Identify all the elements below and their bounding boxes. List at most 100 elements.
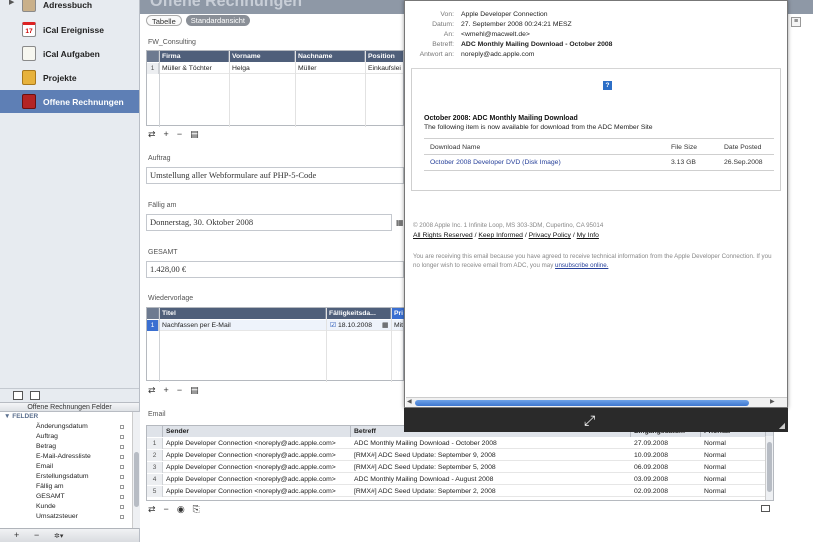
scroll-right-icon[interactable]: ▶ — [770, 398, 775, 405]
download-table-header: Download Name — [430, 144, 481, 151]
field-item[interactable]: Erstellungsdatum — [36, 473, 128, 480]
calendar-picker-icon[interactable]: ▦ — [396, 218, 404, 227]
column-header[interactable]: Firma — [159, 51, 229, 62]
download-link[interactable]: October 2008 Developer DVD (Disk Image) — [430, 159, 561, 166]
tab-tabelle[interactable]: Tabelle — [146, 15, 182, 26]
remove-row-icon[interactable]: − — [164, 504, 169, 514]
field-item[interactable]: Email — [36, 463, 128, 470]
link-icon[interactable]: ⇄ — [148, 385, 156, 396]
tasks-icon — [22, 46, 36, 61]
mail-horizontal-scrollbar[interactable]: ◀ ▶ — [406, 397, 787, 407]
field-item[interactable]: E-Mail-Adressliste — [36, 453, 128, 460]
footer-address: © 2008 Apple Inc. 1 Infinite Loop, MS 30… — [413, 222, 604, 229]
email-scrollbar[interactable] — [765, 436, 773, 500]
eye-icon[interactable]: ◉ — [177, 504, 185, 515]
header-value: 27. September 2008 00:24:21 MESZ — [461, 21, 572, 28]
download-date: 26.Sep.2008 — [724, 159, 763, 166]
footer-link-all-rights[interactable]: All Rights Reserved — [413, 232, 473, 239]
scrollbar-thumb[interactable] — [415, 400, 749, 406]
invoices-icon — [22, 94, 36, 109]
resize-grip-icon[interactable]: ◢ — [779, 421, 785, 430]
column-header[interactable]: Vorname — [229, 51, 295, 62]
fields-group-label[interactable]: ▼ FELDER — [4, 413, 38, 420]
footer-note: You are receiving this email because you… — [413, 253, 772, 269]
download-size: 3.13 GB — [671, 159, 696, 166]
fields-scrollbar[interactable] — [132, 412, 140, 528]
tab-standardansicht[interactable]: Standardansicht — [185, 15, 250, 26]
field-item[interactable]: Auftrag — [36, 433, 128, 440]
sidebar-item-label: iCal Ereignisse — [43, 24, 104, 35]
add-row-icon[interactable]: + — [164, 129, 169, 139]
calendar-picker-icon[interactable]: ▦ — [379, 320, 389, 331]
fields-list: ▼ FELDER Änderungsdatum Auftrag Betrag E… — [0, 412, 132, 528]
table-row[interactable]: 4 Apple Developer Connection <noreply@ad… — [147, 474, 773, 485]
footer-link-keep-informed[interactable]: Keep Informed — [478, 232, 523, 239]
table-row[interactable]: 5 Apple Developer Connection <noreply@ad… — [147, 486, 773, 497]
sidebar-item-adressbuch[interactable]: Adressbuch — [0, 0, 139, 16]
sidebar-item-ical-aufgaben[interactable]: iCal Aufgaben — [0, 42, 139, 65]
header-label: Datum: — [432, 21, 454, 28]
field-item[interactable]: Kunde — [36, 503, 128, 510]
help-icon[interactable]: ? — [603, 81, 612, 90]
projects-icon — [22, 70, 36, 85]
new-view-icon[interactable] — [30, 391, 40, 400]
add-row-icon[interactable]: + — [164, 385, 169, 395]
field-item[interactable]: Betrag — [36, 443, 128, 450]
add-button[interactable]: + — [14, 530, 19, 540]
download-table-header: File Size — [671, 144, 698, 151]
auftrag-field[interactable]: Umstellung aller Webformulare auf PHP-5-… — [146, 167, 404, 184]
remove-row-icon[interactable]: − — [177, 129, 182, 139]
scroll-left-icon[interactable]: ◀ — [407, 398, 412, 405]
sidebar-item-label: Offene Rechnungen — [43, 96, 124, 107]
footer-link-privacy[interactable]: Privacy Policy — [529, 232, 571, 239]
sidebar-item-label: Projekte — [43, 72, 77, 83]
table-options-icon[interactable]: ▤ — [190, 129, 199, 140]
column-header[interactable]: Fälligkeitsda... — [326, 308, 391, 319]
menu-list-icon[interactable]: ≡ — [791, 17, 801, 27]
table-row[interactable]: 1 Apple Developer Connection <noreply@ad… — [147, 438, 773, 449]
faellig-date-field[interactable]: Donnerstag, 30. Oktober 2008 — [146, 214, 392, 231]
table-options-icon[interactable] — [761, 505, 770, 512]
mail-preview-window: Von: Apple Developer Connection Datum: 2… — [404, 0, 788, 408]
table-row[interactable]: 1 Nachfassen per E-Mail ☑ 18.10.2008 ▦ M… — [147, 320, 403, 331]
unsubscribe-link[interactable]: unsubscribe online. — [555, 262, 608, 269]
mail-body-subtitle: The following item is now available for … — [424, 124, 653, 131]
new-table-icon[interactable] — [13, 391, 23, 400]
header-value: noreply@adc.apple.com — [461, 51, 535, 58]
header-label: Von: — [440, 11, 454, 18]
field-item[interactable]: Änderungsdatum — [36, 423, 128, 430]
consulting-toolbar: ⇄ + − ▤ — [148, 129, 199, 140]
column-header[interactable]: Sender — [163, 426, 351, 437]
remove-row-icon[interactable]: − — [177, 385, 182, 395]
field-item[interactable]: Fällig am — [36, 483, 128, 490]
link-icon[interactable]: ⇄ — [148, 504, 156, 515]
sidebar-toolbar — [0, 388, 139, 402]
expand-icon[interactable]: ⤢ — [584, 412, 595, 429]
footer-link-my-info[interactable]: My Info — [577, 232, 599, 239]
sidebar-item-label: iCal Aufgaben — [43, 48, 100, 59]
remove-button[interactable]: − — [34, 530, 39, 540]
table-row[interactable]: 2 Apple Developer Connection <noreply@ad… — [147, 450, 773, 461]
table-options-icon[interactable]: ▤ — [190, 385, 199, 396]
calendar-icon: 17 — [22, 22, 36, 37]
fields-panel-title: Offene Rechnungen Felder — [0, 402, 139, 412]
column-header[interactable]: Pri — [391, 308, 405, 319]
field-item[interactable]: GESAMT — [36, 493, 128, 500]
sidebar-item-offene-rechnungen[interactable]: Offene Rechnungen — [0, 90, 139, 113]
email-toolbar: ⇄ − ◉ ⎘ — [148, 504, 200, 515]
address-book-icon — [22, 0, 36, 12]
gesamt-field[interactable]: 1.428,00 € — [146, 261, 404, 278]
field-item[interactable]: Umsatzsteuer — [36, 513, 128, 520]
header-label: Antwort an: — [419, 51, 454, 58]
column-header[interactable]: Position — [365, 51, 405, 62]
open-file-icon[interactable]: ⎘ — [193, 504, 200, 515]
column-header[interactable]: Titel — [159, 308, 326, 319]
sidebar-item-label: Adressbuch — [43, 0, 93, 10]
table-row[interactable]: 3 Apple Developer Connection <noreply@ad… — [147, 462, 773, 473]
wiedervorlage-toolbar: ⇄ + − ▤ — [148, 385, 199, 396]
column-header[interactable]: Nachname — [295, 51, 365, 62]
sidebar-item-ical-ereignisse[interactable]: 17 iCal Ereignisse — [0, 18, 139, 41]
sidebar-item-projekte[interactable]: Projekte — [0, 66, 139, 89]
action-menu-button[interactable]: ✲▾ — [54, 532, 63, 540]
link-icon[interactable]: ⇄ — [148, 129, 156, 140]
